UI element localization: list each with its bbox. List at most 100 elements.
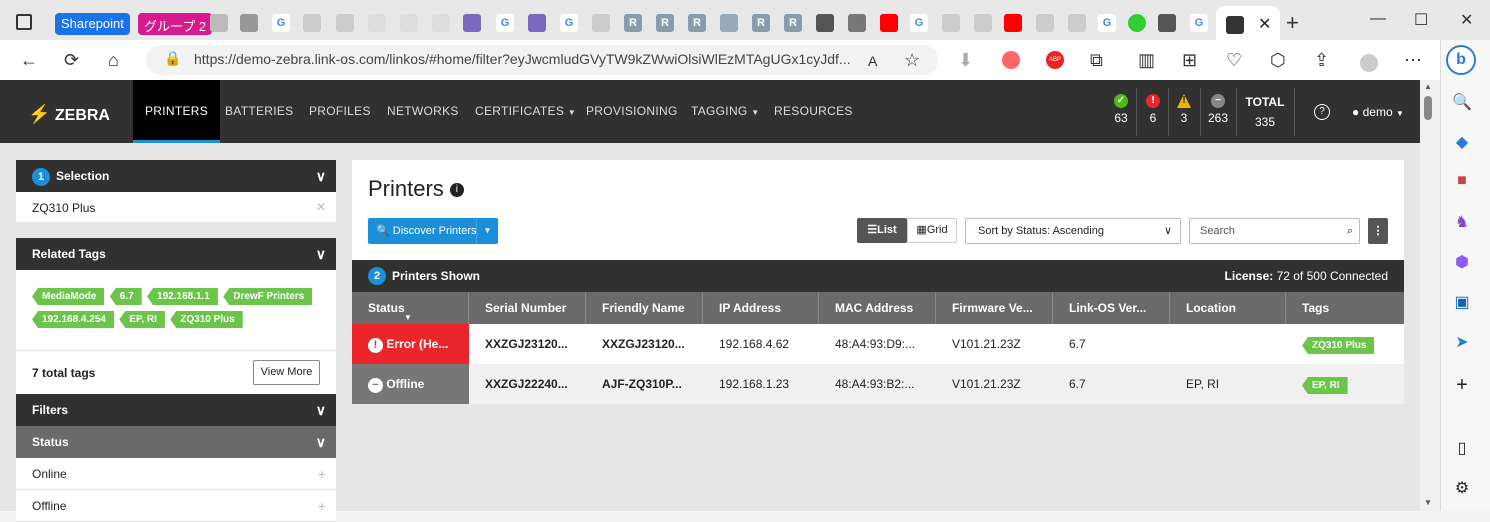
- sidebar-toggle-icon[interactable]: ▯: [1452, 438, 1472, 458]
- status-ok[interactable]: ✓ 63: [1106, 94, 1136, 125]
- filter-online[interactable]: Online +: [16, 458, 336, 490]
- r-tab-icon[interactable]: R: [784, 14, 802, 32]
- extension-icon[interactable]: ⬇: [958, 50, 973, 71]
- settings-gear-icon[interactable]: ⚙: [1452, 478, 1472, 498]
- games-icon[interactable]: ♞: [1452, 212, 1472, 232]
- r-tab-icon[interactable]: R: [656, 14, 674, 32]
- caret-down-icon[interactable]: ▼: [476, 218, 498, 244]
- google-tab-icon[interactable]: G: [272, 14, 290, 32]
- doc-tab-icon[interactable]: [240, 14, 258, 32]
- serial-cell[interactable]: XXZGJ23120...: [469, 324, 586, 364]
- status-filter-header[interactable]: Status ∨: [16, 426, 336, 458]
- extensions-icon[interactable]: ⧉: [1090, 50, 1103, 71]
- more-options-icon[interactable]: ⋮: [1368, 218, 1388, 244]
- friendly-cell[interactable]: XXZGJ23120...: [586, 324, 703, 364]
- search-icon[interactable]: 🔍: [1452, 92, 1472, 112]
- doc-tab-icon[interactable]: [400, 14, 418, 32]
- sort-select[interactable]: Sort by Status: Ascending ∨: [965, 218, 1181, 244]
- refresh-icon[interactable]: ⟳: [64, 50, 79, 71]
- google-tab-icon[interactable]: G: [1190, 14, 1208, 32]
- translate-tab-icon[interactable]: [592, 14, 610, 32]
- close-window-icon[interactable]: ✕: [1460, 10, 1473, 30]
- filters-header[interactable]: Filters ∨: [16, 394, 336, 426]
- docker-tab-icon[interactable]: [720, 14, 738, 32]
- status-offline[interactable]: − 263: [1203, 94, 1233, 125]
- zebra-tab-icon[interactable]: [974, 14, 992, 32]
- scroll-down-icon[interactable]: ▼: [1424, 498, 1432, 507]
- split-screen-icon[interactable]: ▥: [1138, 50, 1155, 71]
- zebra-tab-icon[interactable]: [1068, 14, 1086, 32]
- list-view-button[interactable]: ☰List: [857, 218, 907, 243]
- zebra-tab-icon[interactable]: [1036, 14, 1054, 32]
- outlook-icon[interactable]: ▣: [1452, 292, 1472, 312]
- friendly-cell[interactable]: AJF-ZQ310P...: [586, 364, 703, 404]
- tag[interactable]: MediaMode: [32, 288, 105, 305]
- nav-certificates[interactable]: CERTIFICATES ▼: [475, 80, 576, 143]
- chevron-down-icon[interactable]: ∨: [316, 394, 326, 426]
- discover-printers-button[interactable]: 🔍 Discover Printers ▼: [368, 218, 498, 244]
- doc-tab-icon[interactable]: [368, 14, 386, 32]
- youtube-tab-icon[interactable]: [880, 14, 898, 32]
- search-icon[interactable]: ⌕: [1347, 219, 1353, 243]
- nav-printers[interactable]: PRINTERS: [133, 80, 221, 143]
- forms-tab-icon[interactable]: [463, 14, 481, 32]
- chevron-down-icon[interactable]: ∨: [316, 160, 326, 192]
- extension-icon[interactable]: [1002, 51, 1020, 69]
- related-tags-header[interactable]: Related Tags ∨: [16, 238, 336, 270]
- bing-copilot-icon[interactable]: b: [1446, 45, 1476, 75]
- col-status[interactable]: Status ▼: [352, 292, 469, 324]
- collections-icon[interactable]: ⊞: [1182, 50, 1197, 71]
- zebra-tab-icon[interactable]: [336, 14, 354, 32]
- help-icon[interactable]: ?: [1314, 104, 1330, 120]
- new-tab-icon[interactable]: +: [1286, 10, 1299, 36]
- home-icon[interactable]: ⌂: [108, 50, 119, 71]
- col-linkos[interactable]: Link-OS Ver...: [1053, 292, 1170, 324]
- back-icon[interactable]: ←: [20, 50, 38, 71]
- page-scrollbar[interactable]: [1420, 80, 1440, 511]
- doc-tab-icon[interactable]: [210, 14, 228, 32]
- r-tab-icon[interactable]: R: [624, 14, 642, 32]
- grid-view-button[interactable]: ▦Grid: [907, 218, 957, 243]
- zebra-tab-icon[interactable]: [942, 14, 960, 32]
- status-warning[interactable]: ! 3: [1169, 94, 1199, 125]
- col-ip[interactable]: IP Address: [703, 292, 819, 324]
- tag[interactable]: ZQ310 Plus: [170, 311, 243, 328]
- google-tab-icon[interactable]: G: [496, 14, 514, 32]
- google-tab-icon[interactable]: G: [1098, 14, 1116, 32]
- youtube-tab-icon[interactable]: [1004, 14, 1022, 32]
- remove-x-icon[interactable]: ✕: [316, 200, 326, 214]
- plus-icon[interactable]: +: [318, 458, 326, 490]
- tag[interactable]: EP, RI: [1302, 377, 1348, 394]
- browser-essentials-icon[interactable]: ♡: [1226, 50, 1242, 71]
- profile-icon[interactable]: [1360, 54, 1378, 72]
- read-aloud-icon[interactable]: A: [868, 53, 877, 69]
- scroll-up-icon[interactable]: ▲: [1424, 82, 1432, 91]
- maximize-icon[interactable]: ☐: [1414, 10, 1428, 30]
- user-menu[interactable]: ● demo ▼: [1352, 105, 1404, 119]
- zebra-tab-icon[interactable]: [303, 14, 321, 32]
- close-tab-icon[interactable]: ✕: [1258, 14, 1271, 34]
- zebra-logo[interactable]: ⚡ ZEBRA: [28, 104, 110, 125]
- total-count[interactable]: TOTAL 335: [1244, 95, 1286, 129]
- forms-tab-icon[interactable]: [528, 14, 546, 32]
- tag[interactable]: EP, RI: [119, 311, 165, 328]
- shopping-tag-icon[interactable]: ◆: [1452, 132, 1472, 152]
- nav-resources[interactable]: RESOURCES: [774, 80, 853, 143]
- tag[interactable]: DrewF Printers: [223, 288, 313, 305]
- nav-provisioning[interactable]: PROVISIONING: [586, 80, 678, 143]
- url-bar[interactable]: 🔒 https://demo-zebra.link-os.com/linkos/#…: [146, 45, 938, 75]
- adblock-icon[interactable]: ABP: [1046, 51, 1064, 69]
- nav-tagging[interactable]: TAGGING ▼: [691, 80, 759, 143]
- col-tags[interactable]: Tags: [1286, 292, 1404, 324]
- zebra-tab-icon[interactable]: [1158, 14, 1176, 32]
- tag[interactable]: ZQ310 Plus: [1302, 337, 1375, 354]
- minimize-icon[interactable]: —: [1370, 10, 1386, 28]
- col-serial[interactable]: Serial Number: [469, 292, 586, 324]
- info-icon[interactable]: i: [449, 183, 464, 198]
- tag[interactable]: 192.168.1.1: [147, 288, 218, 305]
- google-tab-icon[interactable]: G: [560, 14, 578, 32]
- col-location[interactable]: Location: [1170, 292, 1286, 324]
- serial-cell[interactable]: XXZGJ22240...: [469, 364, 586, 404]
- share-icon[interactable]: ⇪: [1314, 50, 1329, 71]
- more-menu-icon[interactable]: ⋯: [1404, 50, 1422, 71]
